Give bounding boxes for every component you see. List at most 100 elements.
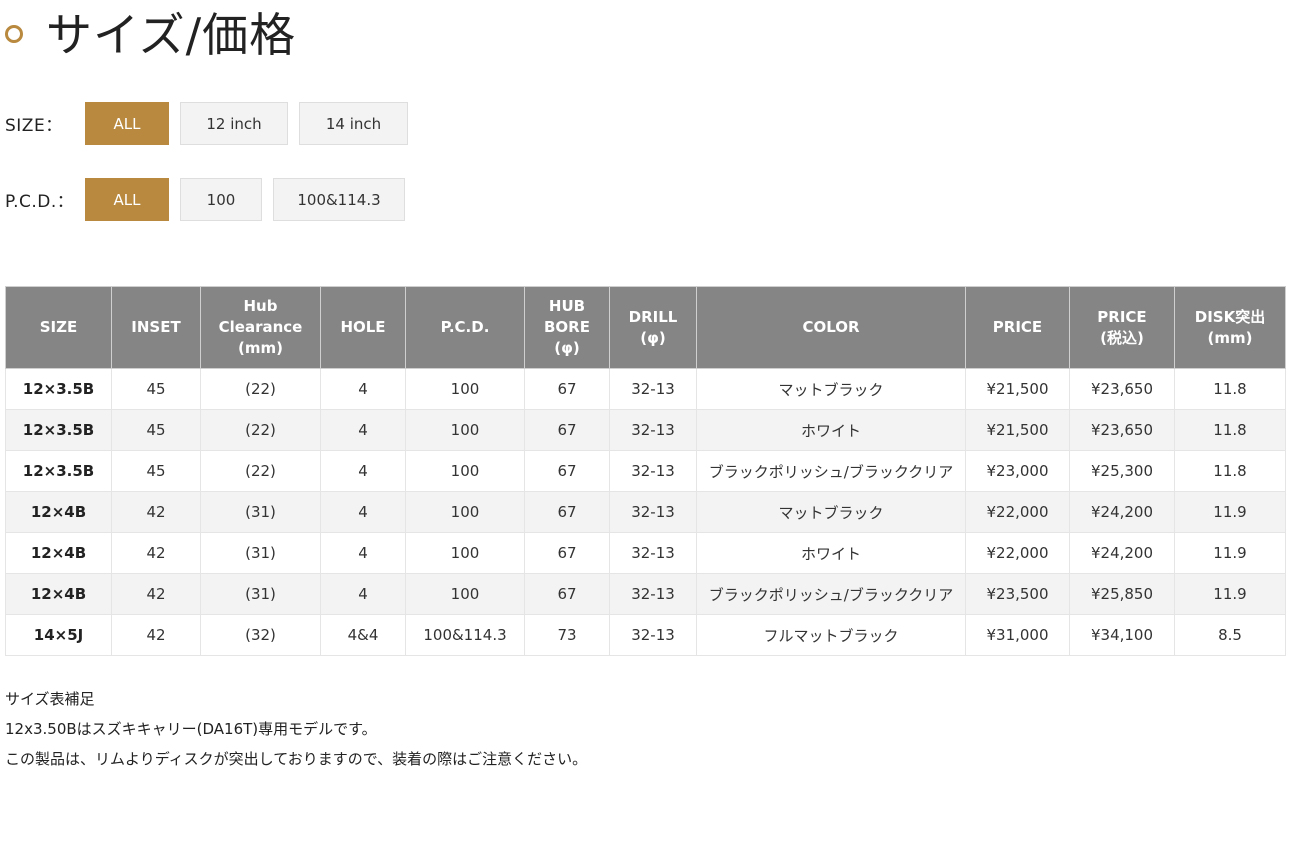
- size-filter-label: SIZE：: [5, 116, 63, 136]
- cell-price: ¥23,500: [965, 573, 1070, 615]
- cell-hole: 4: [320, 491, 406, 533]
- cell-disk-offset: 11.8: [1174, 368, 1286, 410]
- cell-drill: 32-13: [609, 573, 697, 615]
- cell-hole: 4&4: [320, 614, 406, 656]
- cell-drill: 32-13: [609, 409, 697, 451]
- cell-disk-offset: 11.8: [1174, 409, 1286, 451]
- pcd-filter: P.C.D.： ALL 100 100&114.3: [5, 178, 416, 221]
- pcd-filter-all-button[interactable]: ALL: [85, 178, 169, 221]
- cell-hole: 4: [320, 368, 406, 410]
- notes-heading: サイズ表補足: [5, 690, 95, 708]
- size-notes: サイズ表補足 12x3.50Bはスズキキャリー(DA16T)専用モデルです。 こ…: [5, 684, 587, 774]
- cell-drill: 32-13: [609, 368, 697, 410]
- header-drill: DRILL (φ): [609, 286, 697, 369]
- cell-hub-bore: 67: [524, 532, 610, 574]
- cell-hole: 4: [320, 450, 406, 492]
- cell-hub-clearance: (22): [200, 450, 321, 492]
- header-hub-clearance: Hub Clearance (mm): [200, 286, 321, 369]
- cell-hole: 4: [320, 532, 406, 574]
- cell-price-tax: ¥25,850: [1069, 573, 1175, 615]
- cell-hub-clearance: (31): [200, 532, 321, 574]
- table-row: 12×4B 42 (31) 4 100 67 32-13 マットブラック ¥22,000 ¥24,…: [5, 491, 1286, 533]
- cell-hub-clearance: (31): [200, 573, 321, 615]
- cell-inset: 42: [111, 491, 201, 533]
- size-filter-all-button[interactable]: ALL: [85, 102, 169, 145]
- cell-size: 12×3.5B: [5, 450, 112, 492]
- cell-price: ¥23,000: [965, 450, 1070, 492]
- cell-hub-bore: 67: [524, 450, 610, 492]
- cell-pcd: 100: [405, 409, 525, 451]
- cell-size: 12×4B: [5, 532, 112, 574]
- cell-color: マットブラック: [696, 491, 966, 533]
- cell-color: ブラックポリッシュ/ブラッククリア: [696, 573, 966, 615]
- cell-disk-offset: 11.8: [1174, 450, 1286, 492]
- size-filter-12inch-button[interactable]: 12 inch: [180, 102, 288, 145]
- header-inset: INSET: [111, 286, 201, 369]
- header-hub-bore: HUB BORE (φ): [524, 286, 610, 369]
- cell-pcd: 100: [405, 368, 525, 410]
- table-row: 12×3.5B 45 (22) 4 100 67 32-13 マットブラック ¥21,500 ¥2…: [5, 368, 1286, 410]
- cell-size: 12×4B: [5, 573, 112, 615]
- cell-hub-bore: 67: [524, 491, 610, 533]
- header-price: PRICE: [965, 286, 1070, 369]
- cell-price-tax: ¥25,300: [1069, 450, 1175, 492]
- cell-size: 12×3.5B: [5, 368, 112, 410]
- table-row: 14×5J 42 (32) 4&4 100&114.3 73 32-13 フルマットブラック ¥…: [5, 614, 1286, 656]
- cell-inset: 45: [111, 368, 201, 410]
- notes-line: 12x3.50Bはスズキキャリー(DA16T)専用モデルです。: [5, 720, 377, 738]
- cell-color: ホワイト: [696, 532, 966, 574]
- cell-pcd: 100: [405, 450, 525, 492]
- table-row: 12×4B 42 (31) 4 100 67 32-13 ホワイト ¥22,000 ¥24,200…: [5, 532, 1286, 574]
- header-price-tax: PRICE (税込): [1069, 286, 1175, 369]
- size-filter: SIZE： ALL 12 inch 14 inch: [5, 102, 419, 145]
- cell-hub-clearance: (31): [200, 491, 321, 533]
- cell-size: 12×3.5B: [5, 409, 112, 451]
- table-row: 12×3.5B 45 (22) 4 100 67 32-13 ブラックポリッシュ/ブラッククリ…: [5, 450, 1286, 492]
- pcd-filter-100-114-button[interactable]: 100&114.3: [273, 178, 405, 221]
- cell-price-tax: ¥23,650: [1069, 368, 1175, 410]
- header-hole: HOLE: [320, 286, 406, 369]
- cell-price: ¥31,000: [965, 614, 1070, 656]
- cell-color: マットブラック: [696, 368, 966, 410]
- pcd-filter-label: P.C.D.：: [5, 192, 75, 212]
- circle-bullet-icon: [5, 25, 23, 43]
- cell-price: ¥22,000: [965, 491, 1070, 533]
- cell-hole: 4: [320, 573, 406, 615]
- cell-price: ¥22,000: [965, 532, 1070, 574]
- page-title-row: サイズ/価格: [5, 2, 296, 62]
- cell-hub-clearance: (22): [200, 409, 321, 451]
- cell-disk-offset: 11.9: [1174, 573, 1286, 615]
- cell-disk-offset: 8.5: [1174, 614, 1286, 656]
- cell-inset: 42: [111, 614, 201, 656]
- cell-hub-bore: 67: [524, 573, 610, 615]
- cell-pcd: 100: [405, 491, 525, 533]
- cell-disk-offset: 11.9: [1174, 532, 1286, 574]
- cell-hub-clearance: (32): [200, 614, 321, 656]
- cell-price-tax: ¥23,650: [1069, 409, 1175, 451]
- table-row: 12×4B 42 (31) 4 100 67 32-13 ブラックポリッシュ/ブラッククリア ¥…: [5, 573, 1286, 615]
- cell-drill: 32-13: [609, 450, 697, 492]
- pcd-filter-100-button[interactable]: 100: [180, 178, 262, 221]
- cell-inset: 45: [111, 450, 201, 492]
- page-title: サイズ/価格: [46, 8, 297, 62]
- cell-drill: 32-13: [609, 614, 697, 656]
- cell-hub-bore: 67: [524, 409, 610, 451]
- cell-pcd: 100: [405, 573, 525, 615]
- table-row: 12×3.5B 45 (22) 4 100 67 32-13 ホワイト ¥21,500 ¥23,6…: [5, 409, 1286, 451]
- cell-size: 14×5J: [5, 614, 112, 656]
- cell-size: 12×4B: [5, 491, 112, 533]
- notes-line: この製品は、リムよりディスクが突出しておりますので、装着の際はご注意ください。: [5, 750, 588, 768]
- cell-disk-offset: 11.9: [1174, 491, 1286, 533]
- header-size: SIZE: [5, 286, 112, 369]
- header-disk-offset: DISK突出 (mm): [1174, 286, 1286, 369]
- cell-inset: 42: [111, 573, 201, 615]
- cell-price-tax: ¥24,200: [1069, 491, 1175, 533]
- size-filter-14inch-button[interactable]: 14 inch: [299, 102, 408, 145]
- cell-inset: 45: [111, 409, 201, 451]
- cell-hub-clearance: (22): [200, 368, 321, 410]
- cell-hub-bore: 67: [524, 368, 610, 410]
- header-color: COLOR: [696, 286, 966, 369]
- cell-pcd: 100: [405, 532, 525, 574]
- cell-inset: 42: [111, 532, 201, 574]
- cell-pcd: 100&114.3: [405, 614, 525, 656]
